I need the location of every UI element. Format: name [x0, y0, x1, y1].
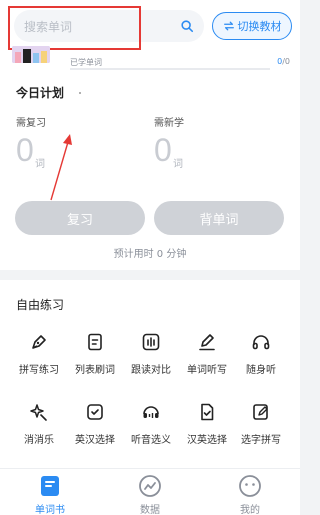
tab-label: 单词书	[35, 505, 65, 515]
review-button[interactable]: 复习	[15, 201, 145, 235]
free-practice-section: 自由练习 拼写练习 列表刷词 跟读对比 单词听写 随身听 消消乐 英汉选择 听音…	[0, 280, 300, 468]
review-needed-unit: 词	[35, 159, 45, 170]
swap-icon	[223, 21, 234, 31]
estimated-time: 预计用时 0 分钟	[113, 249, 187, 260]
practice-item-listen[interactable]: 随身听	[231, 332, 291, 376]
learned-count: 0/0	[277, 57, 290, 66]
bottom-tab-bar: 单词书 数据 我的	[0, 468, 300, 515]
practice-item-label: 英汉选择	[75, 435, 115, 446]
list-doc-icon	[88, 333, 102, 351]
practice-item-label: 消消乐	[24, 435, 54, 446]
tab-data[interactable]: 数据	[120, 473, 180, 515]
doc-write-icon	[253, 404, 268, 420]
practice-item-label: 列表刷词	[75, 365, 115, 376]
new-needed-label: 需新学	[154, 118, 184, 129]
book-cover-image[interactable]	[12, 46, 50, 63]
pen-nib-icon	[32, 335, 46, 349]
practice-item-listen-meaning[interactable]: 听音选义	[121, 402, 181, 446]
practice-item-label: 随身听	[246, 365, 276, 376]
decorative-dot	[79, 92, 81, 94]
tab-mine[interactable]: 我的	[220, 473, 280, 515]
practice-item-letter-spelling[interactable]: 选字拼写	[231, 402, 291, 446]
search-bar[interactable]: 搜索单词	[14, 10, 204, 42]
learned-words-label: 已学单词	[70, 58, 102, 67]
check-doc-icon	[87, 404, 103, 420]
new-needed-count: 0	[154, 132, 172, 168]
today-plan-title: 今日计划	[16, 86, 65, 100]
sparkle-icon	[30, 404, 47, 421]
doc-check-icon	[201, 403, 214, 421]
tab-wordbook[interactable]: 单词书	[20, 473, 80, 515]
practice-item-spelling[interactable]: 拼写练习	[9, 332, 69, 376]
search-input[interactable]: 搜索单词	[24, 18, 72, 35]
headphones-icon	[252, 335, 270, 350]
practice-item-list-review[interactable]: 列表刷词	[65, 332, 125, 376]
practice-item-match-game[interactable]: 消消乐	[9, 402, 69, 446]
smile-face-icon	[239, 475, 261, 497]
learn-words-button[interactable]: 背单词	[154, 201, 284, 235]
top-section: 搜索单词 切换教材 已学单词 0/0 今日计划 需复习 0 词 需新学 0 词 …	[0, 0, 300, 270]
headset-icon	[143, 406, 159, 418]
practice-item-label: 选字拼写	[241, 435, 281, 446]
tab-label: 我的	[240, 505, 260, 515]
tab-label: 数据	[140, 505, 160, 515]
practice-item-label: 单词听写	[187, 365, 227, 376]
learned-total-count: /0	[282, 57, 290, 66]
practice-item-zh-en-choice[interactable]: 汉英选择	[177, 402, 237, 446]
review-needed-count: 0	[16, 132, 34, 168]
switch-textbook-button[interactable]: 切换教材	[212, 12, 292, 40]
practice-item-label: 拼写练习	[19, 365, 59, 376]
edit-pencil-icon	[199, 334, 215, 351]
practice-item-read-compare[interactable]: 跟读对比	[121, 332, 181, 376]
practice-item-label: 汉英选择	[187, 435, 227, 446]
search-icon[interactable]	[180, 19, 194, 33]
learned-progress-bar	[70, 68, 270, 70]
practice-item-label: 听音选义	[131, 435, 171, 446]
practice-item-en-zh-choice[interactable]: 英汉选择	[65, 402, 125, 446]
book-icon	[41, 476, 59, 496]
practice-item-dictation[interactable]: 单词听写	[177, 332, 237, 376]
new-needed-unit: 词	[173, 159, 183, 170]
soundwave-icon	[142, 333, 160, 351]
review-needed-label: 需复习	[16, 118, 46, 129]
free-practice-title: 自由练习	[16, 298, 65, 312]
chart-circle-icon	[139, 475, 161, 497]
switch-textbook-label: 切换教材	[237, 20, 282, 33]
practice-item-label: 跟读对比	[131, 365, 171, 376]
